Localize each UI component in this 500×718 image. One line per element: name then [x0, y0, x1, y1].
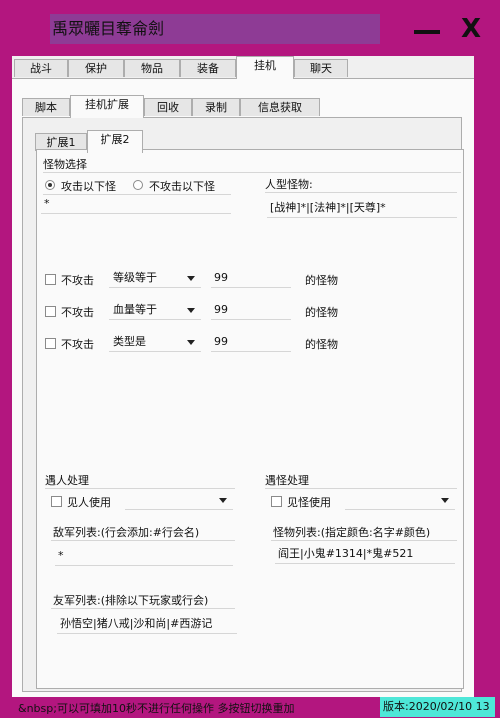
tab-script[interactable]: 脚本	[22, 98, 70, 116]
player-use-select[interactable]	[125, 490, 233, 510]
filter-input-level[interactable]: 99	[211, 268, 291, 288]
monster-use-select[interactable]	[345, 490, 455, 510]
chevron-down-icon	[187, 340, 195, 345]
monster-list-input[interactable]: *	[41, 194, 231, 214]
minimize-button[interactable]	[410, 17, 444, 41]
player-use-label: 见人使用	[67, 496, 111, 509]
main-panel: 战斗 保护 物品 装备 挂机 聊天 脚本 挂机扩展 回收 录制 信息获取 扩展1…	[12, 56, 474, 697]
monster-handling-divider	[265, 488, 457, 489]
chevron-down-icon	[219, 498, 227, 503]
status-text: &nbsp;可以可填加10秒不进行任何操作 多按钮切换重加	[18, 702, 295, 715]
filter-select-level[interactable]: 等级等于	[109, 268, 201, 288]
friend-list-input[interactable]: 孙悟空|猪八戒|沙和尚|#西游记	[57, 614, 237, 634]
filter-select-hp-value: 血量等于	[113, 303, 157, 316]
friend-list-label: 友军列表:(排除以下玩家或行会)	[53, 594, 209, 607]
monster-list-label: 怪物列表:(指定颜色:名字#颜色)	[273, 526, 431, 539]
monster-handling-label: 遇怪处理	[265, 474, 309, 487]
filter-input-hp[interactable]: 99	[211, 300, 291, 320]
filter-select-level-value: 等级等于	[113, 271, 157, 284]
tab-protect[interactable]: 保护	[68, 59, 124, 77]
chevron-down-icon	[441, 498, 449, 503]
enemy-list-label: 敌军列表:(行会添加:#行会名)	[53, 526, 200, 539]
tab-auto-hang[interactable]: 挂机	[236, 56, 294, 79]
friend-list-divider	[51, 608, 235, 609]
monster-select-label: 怪物选择	[43, 158, 87, 171]
filter-checkbox-hp[interactable]	[45, 306, 56, 317]
filter-input-type[interactable]: 99	[211, 332, 291, 352]
filter-checkbox-level[interactable]	[45, 274, 56, 285]
version-badge: 版本:2020/02/10 13	[380, 697, 495, 717]
monster-list-divider	[271, 540, 457, 541]
humanoid-input[interactable]: [战神]*|[法神]*|[天尊]*	[267, 198, 457, 218]
radio-no-attack-label: 不攻击以下怪	[149, 180, 215, 193]
extension-tab-bar: 扩展1 扩展2	[35, 130, 335, 153]
tab-extension-2[interactable]: 扩展2	[87, 130, 143, 153]
sub-tab-bar: 脚本 挂机扩展 回收 录制 信息获取	[22, 95, 462, 118]
filter-suffix-type: 的怪物	[305, 338, 338, 351]
hang-extension-frame: 扩展1 扩展2 怪物选择 攻击以下怪 不攻击以下怪 * 人型怪物: [战神]*|…	[22, 117, 464, 692]
tab-combat[interactable]: 战斗	[14, 59, 68, 77]
tab-equipment[interactable]: 装备	[180, 59, 236, 77]
monster-select-divider	[43, 172, 461, 173]
filter-suffix-level: 的怪物	[305, 274, 338, 287]
player-handling-label: 遇人处理	[45, 474, 89, 487]
tab-record[interactable]: 录制	[192, 98, 240, 116]
tab-chat[interactable]: 聊天	[294, 59, 348, 77]
minimize-icon	[414, 30, 440, 34]
tab-items[interactable]: 物品	[124, 59, 180, 77]
radio-attack-label: 攻击以下怪	[61, 180, 116, 193]
radio-no-attack-listed[interactable]	[133, 180, 143, 190]
tab-recycle[interactable]: 回收	[144, 98, 192, 116]
player-use-checkbox[interactable]	[51, 496, 62, 507]
window-title: 禹眾曬目奪侖劍	[50, 14, 380, 44]
monster-use-label: 见怪使用	[287, 496, 331, 509]
monster-use-checkbox[interactable]	[271, 496, 282, 507]
chevron-down-icon	[187, 276, 195, 281]
filter-select-type-value: 类型是	[113, 335, 146, 348]
filter-label-level: 不攻击	[61, 274, 94, 287]
filter-select-hp[interactable]: 血量等于	[109, 300, 201, 320]
player-handling-divider	[45, 488, 235, 489]
tab-hang-extension[interactable]: 挂机扩展	[70, 95, 144, 118]
enemy-list-input[interactable]: *	[55, 546, 233, 566]
title-bar: 禹眾曬目奪侖劍 X	[0, 0, 500, 52]
chevron-down-icon	[187, 308, 195, 313]
filter-select-type[interactable]: 类型是	[109, 332, 201, 352]
filter-checkbox-type[interactable]	[45, 338, 56, 349]
extension-2-content: 怪物选择 攻击以下怪 不攻击以下怪 * 人型怪物: [战神]*|[法神]*|[天…	[36, 149, 464, 689]
enemy-list-divider	[51, 540, 235, 541]
filter-label-hp: 不攻击	[61, 306, 94, 319]
close-icon[interactable]: X	[456, 14, 486, 44]
radio-attack-listed[interactable]	[45, 180, 55, 190]
filter-label-type: 不攻击	[61, 338, 94, 351]
filter-suffix-hp: 的怪物	[305, 306, 338, 319]
app-window: 禹眾曬目奪侖劍 X 战斗 保护 物品 装备 挂机 聊天 脚本 挂机扩展 回收 录…	[0, 0, 500, 718]
main-tab-bar: 战斗 保护 物品 装备 挂机 聊天	[12, 56, 474, 79]
monster-list-input[interactable]: 阎王|小鬼#1314|*鬼#521	[275, 544, 455, 564]
humanoid-label: 人型怪物:	[265, 178, 313, 191]
humanoid-divider	[265, 192, 457, 193]
tab-info-fetch[interactable]: 信息获取	[240, 98, 320, 116]
auto-hang-content: 脚本 挂机扩展 回收 录制 信息获取 扩展1 扩展2 怪物选择 攻击以下怪 不攻…	[12, 78, 474, 697]
